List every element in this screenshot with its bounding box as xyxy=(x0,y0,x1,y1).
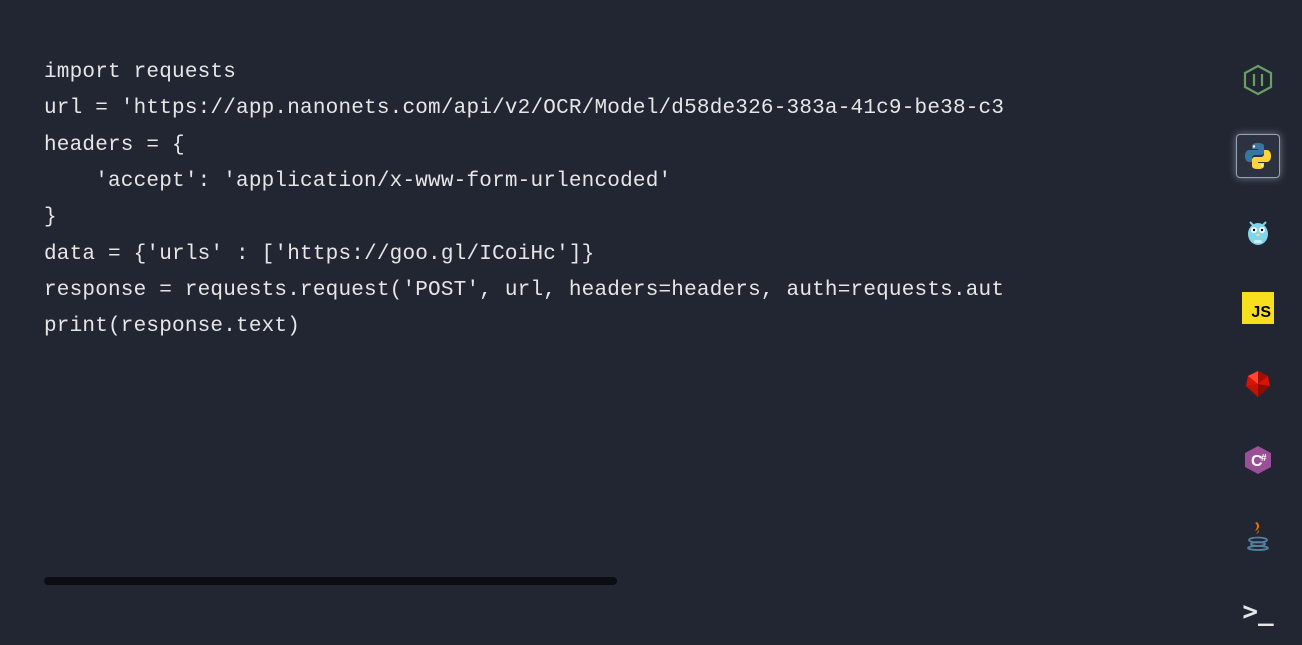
code-line: headers = { xyxy=(44,128,1156,164)
code-line: 'accept': 'application/x-www-form-urlenc… xyxy=(44,164,1156,200)
code-line: print(response.text) xyxy=(44,309,1156,345)
ruby-icon xyxy=(1242,368,1274,400)
svg-text:#: # xyxy=(1261,453,1267,464)
lang-javascript-button[interactable]: JS xyxy=(1236,286,1280,330)
shell-icon: >_ xyxy=(1242,597,1273,627)
code-line: data = {'urls' : ['https://goo.gl/ICoiHc… xyxy=(44,237,1156,273)
lang-ruby-button[interactable] xyxy=(1236,362,1280,406)
python-icon xyxy=(1242,140,1274,172)
code-line: response = requests.request('POST', url,… xyxy=(44,273,1156,309)
code-line: url = 'https://app.nanonets.com/api/v2/O… xyxy=(44,91,1156,127)
golang-icon xyxy=(1242,216,1274,248)
lang-shell-button[interactable]: >_ xyxy=(1236,590,1280,634)
lang-golang-button[interactable] xyxy=(1236,210,1280,254)
code-line: } xyxy=(44,200,1156,236)
code-line: import requests xyxy=(44,55,1156,91)
code-editor[interactable]: import requestsurl = 'https://app.nanone… xyxy=(0,0,1200,645)
lang-java-button[interactable] xyxy=(1236,514,1280,558)
language-sidebar: JS C # >_ xyxy=(1234,58,1282,634)
lang-python-button[interactable] xyxy=(1236,134,1280,178)
lang-csharp-button[interactable]: C # xyxy=(1236,438,1280,482)
java-icon xyxy=(1242,520,1274,552)
csharp-icon: C # xyxy=(1242,444,1274,476)
horizontal-scrollbar[interactable] xyxy=(44,577,617,585)
nodejs-icon xyxy=(1242,64,1274,96)
lang-nodejs-button[interactable] xyxy=(1236,58,1280,102)
javascript-icon: JS xyxy=(1242,292,1274,324)
